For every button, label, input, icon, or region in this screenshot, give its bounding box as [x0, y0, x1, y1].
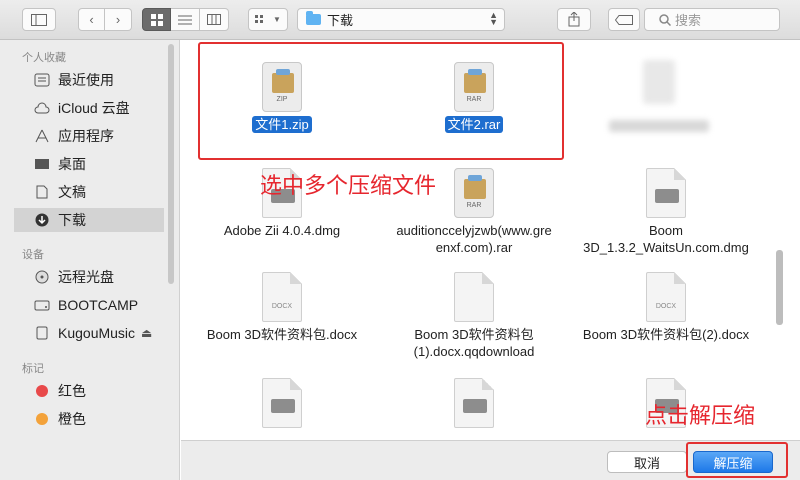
folder-icon — [306, 11, 321, 25]
docx-file-icon: DOCX — [646, 272, 686, 322]
sidebar-item-recents[interactable]: 最近使用 — [14, 68, 164, 92]
updown-icon: ▲ ▼ — [489, 10, 498, 27]
file-item-dmg-partial[interactable] — [187, 378, 377, 432]
cancel-button[interactable]: 取消 — [607, 451, 687, 473]
sidebar-toggle-button[interactable] — [22, 8, 56, 31]
list-icon — [178, 15, 192, 24]
documents-icon — [36, 185, 48, 199]
sidebar-item-label: 应用程序 — [58, 128, 114, 144]
orange-dot-icon — [36, 413, 48, 425]
sidebar-item-label: 最近使用 — [58, 72, 114, 88]
desktop-icon — [35, 159, 49, 169]
file-name: auditionccelyjzwb(www.gre enxf.com).rar — [396, 223, 552, 255]
list-view-button[interactable] — [171, 8, 200, 31]
sidebar-item-icloud[interactable]: iCloud 云盘 — [14, 96, 164, 120]
drive-icon — [34, 300, 50, 311]
tags-header: 标记 — [22, 363, 44, 375]
sidebar-item-label: 桌面 — [58, 156, 86, 172]
file-item-docx[interactable]: DOCX Boom 3D软件资料包.docx — [187, 272, 377, 343]
file-name: Boom 3D_1.3.2_WaitsUn.com.dmg — [583, 223, 749, 255]
sidebar-item-downloads[interactable]: 下载 — [14, 208, 164, 232]
path-popup[interactable]: 下载 ▲ ▼ — [297, 8, 505, 31]
search-field[interactable]: 搜索 — [644, 8, 780, 31]
sidebar-item-bootcamp[interactable]: BOOTCAMP — [14, 293, 164, 317]
sidebar-item-label: 红色 — [58, 383, 86, 399]
dmg-file-icon — [262, 378, 302, 428]
file-name: Boom 3D软件资料包.docx — [206, 327, 358, 342]
sidebar-item-label: 下载 — [58, 212, 86, 228]
back-button[interactable]: ‹ — [78, 8, 105, 31]
sidebar-item-label: 橙色 — [58, 411, 86, 427]
columns-icon — [207, 14, 221, 25]
eject-icon[interactable]: ⏏ — [141, 326, 152, 340]
file-item-qqdownload[interactable]: Boom 3D软件资料包 (1).docx.qqdownload — [379, 272, 569, 360]
selection-annotation-box — [198, 42, 564, 160]
docx-file-icon: DOCX — [262, 272, 302, 322]
chevron-right-icon: › — [115, 12, 121, 27]
file-item-dmg-partial[interactable] — [379, 378, 569, 432]
sidebar-item-label: 远程光盘 — [58, 269, 114, 285]
red-dot-icon — [36, 385, 48, 397]
file-grid-scrollbar[interactable] — [776, 250, 783, 325]
sidebar-item-applications[interactable]: 应用程序 — [14, 124, 164, 148]
share-button[interactable] — [557, 8, 591, 31]
sidebar-item-label: 文稿 — [58, 184, 86, 200]
dmg-file-icon — [454, 378, 494, 428]
search-placeholder: 搜索 — [675, 13, 702, 28]
toolbar: ‹ › ▼ 下载 ▲ ▼ 搜索 — [0, 0, 800, 40]
tag-button[interactable] — [608, 8, 640, 31]
sidebar-scrollbar[interactable] — [168, 44, 174, 284]
favorites-header: 个人收藏 — [22, 52, 66, 64]
applications-icon — [35, 129, 49, 143]
path-label: 下载 — [327, 13, 354, 28]
sidebar-item-desktop[interactable]: 桌面 — [14, 152, 164, 176]
file-item-blurred[interactable] — [609, 60, 709, 140]
file-item-dmg[interactable]: Boom 3D_1.3.2_WaitsUn.com.dmg — [571, 168, 761, 256]
share-icon — [568, 12, 580, 27]
sidebar: 个人收藏 最近使用 iCloud 云盘 应用程序 桌面 文稿 下载 设备 远程光… — [0, 40, 180, 480]
selection-annotation-text: 选中多个压缩文件 — [260, 174, 437, 199]
click-annotation-text: 点击解压缩 — [645, 404, 756, 429]
sidebar-item-label: iCloud 云盘 — [58, 100, 130, 116]
blurred-file-icon — [643, 60, 675, 104]
sidebar-icon — [31, 13, 47, 26]
tag-icon — [615, 14, 633, 25]
rar-archive-icon: RAR — [454, 168, 494, 218]
recents-icon — [34, 73, 50, 87]
download-icon — [35, 213, 49, 227]
blurred-file-name — [609, 120, 709, 132]
disc-icon — [35, 270, 49, 284]
sidebar-item-documents[interactable]: 文稿 — [14, 180, 164, 204]
button-annotation-box — [686, 442, 788, 478]
drive-icon — [36, 326, 48, 340]
sidebar-item-tag-orange[interactable]: 橙色 — [14, 407, 164, 431]
grid-icon — [150, 13, 163, 26]
chevron-left-icon: ‹ — [89, 12, 94, 27]
sidebar-item-label: KugouMusic — [58, 325, 136, 341]
sidebar-item-kugoumusic[interactable]: KugouMusic ⏏ — [14, 321, 164, 345]
blank-file-icon — [454, 272, 494, 322]
forward-button[interactable]: › — [105, 8, 132, 31]
sidebar-item-tag-red[interactable]: 红色 — [14, 379, 164, 403]
file-item-docx[interactable]: DOCX Boom 3D软件资料包(2).docx — [571, 272, 761, 343]
sidebar-item-label: BOOTCAMP — [58, 297, 139, 313]
file-name: Adobe Zii 4.0.4.dmg — [223, 223, 341, 238]
icon-view-button[interactable] — [142, 8, 171, 31]
devices-header: 设备 — [22, 249, 44, 261]
dmg-file-icon — [646, 168, 686, 218]
column-view-button[interactable] — [200, 8, 229, 31]
arrange-icon — [255, 14, 264, 23]
search-icon — [659, 13, 671, 26]
sidebar-item-remote-disc[interactable]: 远程光盘 — [14, 265, 164, 289]
chevron-down-icon: ▼ — [273, 15, 281, 24]
arrange-button[interactable]: ▼ — [248, 8, 288, 31]
file-name: Boom 3D软件资料包(2).docx — [582, 327, 750, 342]
file-name: Boom 3D软件资料包 (1).docx.qqdownload — [413, 327, 535, 359]
cloud-icon — [34, 102, 50, 114]
